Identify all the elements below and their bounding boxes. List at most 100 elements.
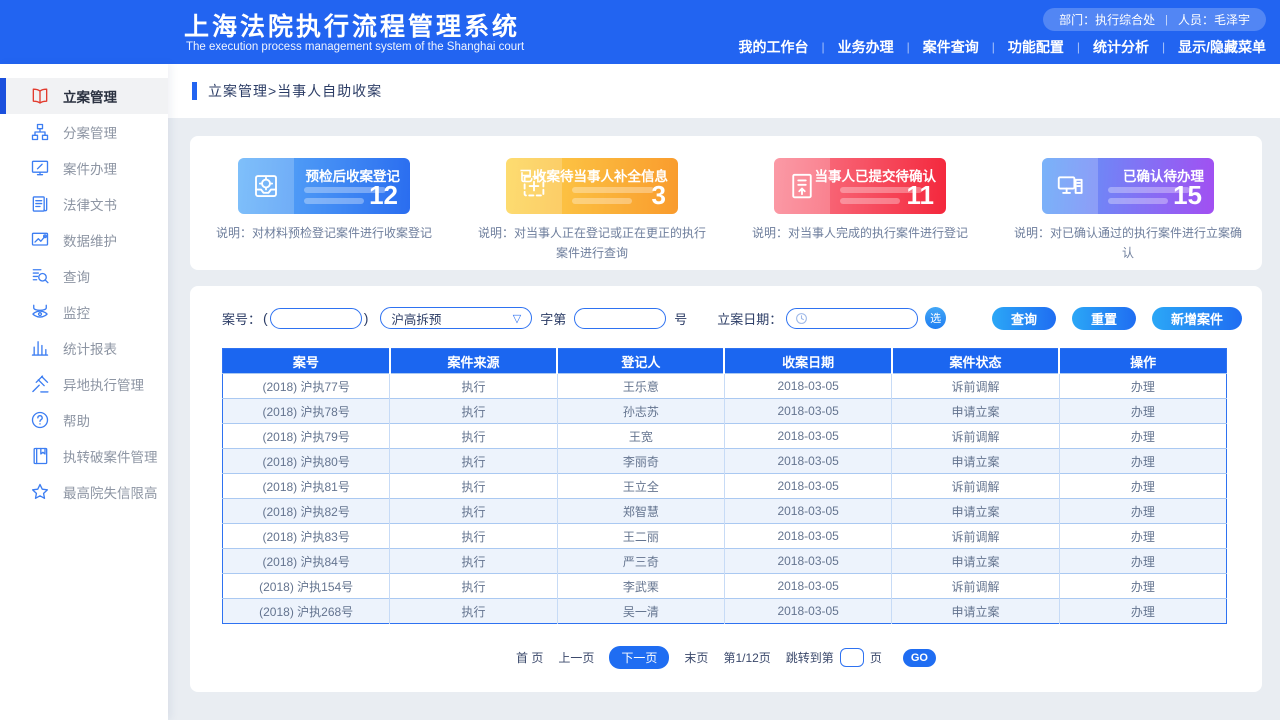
page-first[interactable]: 首 页 [516, 649, 543, 666]
table-cell: (2018) 沪执82号 [223, 499, 390, 524]
jump-page-input[interactable] [840, 648, 864, 667]
page-jump: 跳转到第 页 [786, 648, 882, 667]
table-cell: 办理 [1059, 599, 1226, 624]
header-row: 案号案件来源登记人收案日期案件状态操作 [223, 349, 1227, 374]
case-number-input[interactable] [574, 308, 666, 329]
table-cell: 执行 [390, 599, 557, 624]
sidebar-item-label: 监控 [63, 302, 90, 322]
sidebar-item[interactable]: 数据维护 [0, 222, 168, 258]
handle-case-link[interactable]: 办理 [1131, 505, 1155, 519]
table-cell: (2018) 沪执77号 [223, 374, 390, 399]
table-cell: 执行 [390, 449, 557, 474]
table-cell: (2018) 沪执268号 [223, 599, 390, 624]
monitor-eye-icon [30, 302, 50, 322]
stat-description: 说明：对材料预检登记案件进行收案登记 [206, 224, 442, 244]
nav-separator: | [1077, 40, 1080, 54]
table-cell: 申请立案 [892, 399, 1059, 424]
nav-item[interactable]: 显示/隐藏菜单 [1178, 37, 1266, 57]
go-button[interactable]: GO [903, 649, 936, 667]
handle-case-link[interactable]: 办理 [1131, 530, 1155, 544]
date-pick-button[interactable]: 选 [925, 307, 946, 329]
stat-card[interactable]: 预检后收案登记12 [238, 158, 410, 214]
table-row: (2018) 沪执78号执行孙志苏2018-03-05申请立案办理 [223, 399, 1227, 424]
case-list-panel: 案号： ( ) 沪高拆预 ▽ 字第 号 立案日期： 选 查询 重置 新增案 [190, 286, 1262, 692]
sidebar-item[interactable]: 立案管理 [0, 78, 168, 114]
nav-separator: | [821, 40, 824, 54]
breadcrumb-bar: 立案管理>当事人自助收案 [168, 64, 1280, 118]
column-header: 案号 [223, 349, 390, 374]
handle-case-link[interactable]: 办理 [1131, 580, 1155, 594]
sidebar-item[interactable]: 查询 [0, 258, 168, 294]
case-table-body: (2018) 沪执77号执行王乐意2018-03-05诉前调解办理(2018) … [223, 374, 1227, 624]
table-row: (2018) 沪执154号执行李武栗2018-03-05诉前调解办理 [223, 574, 1227, 599]
book-flag-icon [30, 446, 50, 466]
page-last[interactable]: 末页 [684, 649, 708, 666]
stat-value: 12 [369, 180, 398, 211]
sidebar-item[interactable]: 帮助 [0, 402, 168, 438]
app-title: 上海法院执行流程管理系统 [184, 7, 520, 43]
handle-case-link[interactable]: 办理 [1131, 380, 1155, 394]
handle-case-link[interactable]: 办理 [1131, 430, 1155, 444]
nav-separator: | [907, 40, 910, 54]
table-cell: 执行 [390, 524, 557, 549]
sidebar-item[interactable]: 执转破案件管理 [0, 438, 168, 474]
handle-case-link[interactable]: 办理 [1131, 480, 1155, 494]
nav-item[interactable]: 案件查询 [923, 37, 979, 57]
nav-item[interactable]: 功能配置 [1008, 37, 1064, 57]
handle-case-link[interactable]: 办理 [1131, 605, 1155, 619]
nav-item[interactable]: 统计分析 [1093, 37, 1149, 57]
sidebar-item[interactable]: 案件办理 [0, 150, 168, 186]
table-cell: 办理 [1059, 499, 1226, 524]
decor-bar [1108, 198, 1168, 204]
sidebar-item[interactable]: 统计报表 [0, 330, 168, 366]
table-row: (2018) 沪执268号执行吴一清2018-03-05申请立案办理 [223, 599, 1227, 624]
table-cell: (2018) 沪执80号 [223, 449, 390, 474]
table-cell: (2018) 沪执78号 [223, 399, 390, 424]
table-cell: 王乐意 [557, 374, 724, 399]
decor-bar [840, 198, 900, 204]
column-header: 收案日期 [724, 349, 891, 374]
breadcrumb-accent [192, 82, 197, 100]
nav-item[interactable]: 我的工作台 [738, 37, 808, 57]
table-cell: 申请立案 [892, 549, 1059, 574]
table-cell: 诉前调解 [892, 424, 1059, 449]
chevron-down-icon: ▽ [513, 312, 521, 325]
case-prefix-input[interactable] [270, 308, 362, 329]
add-case-button[interactable]: 新增案件 [1152, 307, 1242, 330]
stat-value: 11 [907, 180, 935, 211]
table-cell: 2018-03-05 [724, 424, 891, 449]
data-chart-icon [30, 230, 50, 250]
nav-item[interactable]: 业务办理 [838, 37, 894, 57]
search-doc-icon [30, 266, 50, 286]
close-paren: ) [364, 310, 369, 326]
sidebar-item[interactable]: 分案管理 [0, 114, 168, 150]
stat-card[interactable]: 已收案待当事人补全信息3 [506, 158, 678, 214]
table-cell: 王二丽 [557, 524, 724, 549]
table-cell: (2018) 沪执84号 [223, 549, 390, 574]
page-next[interactable]: 下一页 [609, 646, 669, 669]
bar-chart-icon [30, 338, 50, 358]
reset-button[interactable]: 重置 [1072, 307, 1136, 330]
handle-case-link[interactable]: 办理 [1131, 455, 1155, 469]
stat-card[interactable]: 已确认待办理15 [1042, 158, 1214, 214]
table-cell: 执行 [390, 374, 557, 399]
column-header: 登记人 [557, 349, 724, 374]
case-type-select[interactable]: 沪高拆预 ▽ [380, 307, 532, 329]
table-row: (2018) 沪执81号执行王立全2018-03-05诉前调解办理 [223, 474, 1227, 499]
sidebar-item[interactable]: 法律文书 [0, 186, 168, 222]
table-cell: 2018-03-05 [724, 599, 891, 624]
column-header: 案件状态 [892, 349, 1059, 374]
query-button[interactable]: 查询 [992, 307, 1056, 330]
page-prev[interactable]: 上一页 [558, 649, 594, 666]
stat-card[interactable]: 当事人已提交待确认11 [774, 158, 946, 214]
case-type-select-value: 沪高拆预 [391, 309, 441, 328]
stat-value: 15 [1173, 180, 1202, 211]
stats-panel: 预检后收案登记12说明：对材料预检登记案件进行收案登记已收案待当事人补全信息3说… [190, 136, 1262, 270]
sidebar-item[interactable]: 监控 [0, 294, 168, 330]
sidebar-item[interactable]: 最高院失信限高 [0, 474, 168, 510]
table-cell: (2018) 沪执79号 [223, 424, 390, 449]
handle-case-link[interactable]: 办理 [1131, 405, 1155, 419]
sidebar-item-label: 案件办理 [63, 158, 117, 178]
handle-case-link[interactable]: 办理 [1131, 555, 1155, 569]
sidebar-item[interactable]: 异地执行管理 [0, 366, 168, 402]
